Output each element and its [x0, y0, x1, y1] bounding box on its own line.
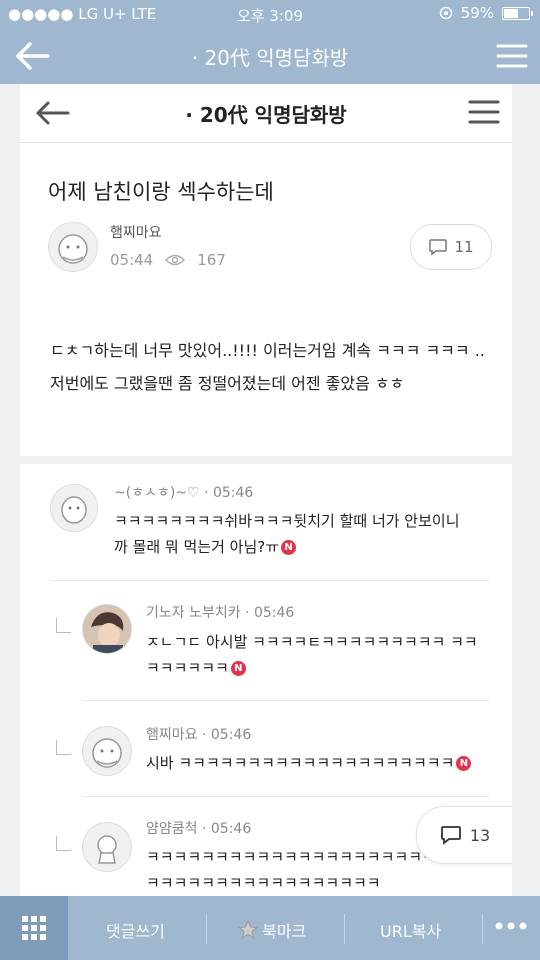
comment-count: 11: [454, 238, 474, 256]
grid-menu-icon: [22, 916, 46, 940]
more-dots-icon: [495, 922, 527, 930]
hamster-avatar-icon: [92, 738, 122, 768]
bottom-toolbar: 댓글쓰기 북마크 URL복사: [0, 896, 540, 960]
comment-author-line: 햄찌마요 · 05:46: [146, 727, 252, 743]
comment-text: 시바 ㅋㅋㅋㅋㅋㅋㅋㅋㅋㅋㅋㅋㅋㅋㅋㅋㅋㅋㅋㅋ N: [146, 750, 491, 776]
status-bar: ●●●●● LG U+ LTE 오후 3:09 59%: [0, 0, 540, 28]
comment-count-button[interactable]: 11: [410, 224, 492, 270]
comment-author: ~(ㅎㅅㅎ)~♡: [114, 485, 200, 501]
battery-icon: [502, 6, 533, 20]
board-title: · 20代 익명담화방: [185, 103, 347, 127]
comment-author: 햄찌마요: [146, 727, 198, 743]
comment-author: 얌얌쿰척: [146, 821, 198, 837]
comment-bubble-icon: [440, 826, 461, 845]
section-divider: [20, 456, 512, 464]
character-avatar-icon: [97, 835, 117, 864]
hamburger-menu-icon[interactable]: [468, 99, 500, 125]
reply-arrow-icon: [56, 836, 71, 851]
eye-icon: [165, 254, 186, 266]
toolbar-divider: [344, 914, 345, 944]
avatar: [82, 726, 132, 776]
star-icon: [238, 920, 258, 940]
post-title: 어제 남친이랑 섹수하는데: [48, 180, 274, 204]
character-avatar-icon: [61, 496, 87, 524]
reply-arrow-icon: [56, 740, 71, 755]
more-button[interactable]: [494, 914, 528, 942]
floating-comment-count-button[interactable]: 13: [416, 806, 512, 864]
floating-comment-count: 13: [469, 825, 491, 845]
comment-divider: [50, 580, 490, 581]
post-body: ㄷㅊㄱ하는데 너무 맛있어..!!!! 이러는거임 계속 ㅋㅋㅋ ㅋㅋㅋ .. …: [50, 341, 485, 393]
comment-time: 05:46: [210, 727, 252, 743]
comment-divider: [82, 700, 490, 701]
toolbar-divider: [206, 914, 207, 944]
new-badge: N: [281, 540, 297, 555]
comment-time: 05:46: [253, 605, 295, 621]
hamburger-menu-icon[interactable]: [496, 42, 528, 70]
bookmark-button[interactable]: 북마크: [238, 918, 306, 942]
new-badge: N: [456, 756, 472, 771]
post-author: 햄찌마요: [110, 225, 162, 241]
rotation-lock-icon: [439, 6, 452, 20]
toolbar-divider: [482, 914, 483, 944]
comment-time: 05:46: [212, 485, 254, 501]
comment-author-line: ~(ㅎㅅㅎ)~♡ · 05:46: [114, 485, 254, 501]
avatar: [48, 222, 98, 272]
comment-bubble-icon: [429, 239, 448, 256]
grid-menu-button[interactable]: [0, 896, 68, 960]
bookmark-label: 북마크: [262, 922, 307, 941]
copy-url-button[interactable]: URL복사: [380, 918, 441, 942]
profile-photo-icon: [83, 605, 131, 653]
board-header: · 20代 익명담화방: [20, 84, 512, 143]
view-count: 167: [197, 251, 226, 269]
comment-author-line: 얌얌쿰척 · 05:46: [146, 821, 252, 837]
comment-author: 기노자 노부치카: [146, 605, 241, 621]
reply-arrow-icon: [56, 618, 71, 633]
comment-divider: [82, 796, 490, 797]
comment-time: 05:46: [210, 821, 252, 837]
web-content: · 20代 익명담화방 어제 남친이랑 섹수하는데 햄찌마요 05:44 167…: [20, 84, 512, 896]
app-header: · 20代 익명담화방: [0, 28, 540, 84]
comment-author-line: 기노자 노부치카 · 05:46: [146, 605, 295, 621]
avatar: [82, 604, 132, 654]
post-time: 05:44: [110, 251, 154, 269]
comment-text: ㅋㅋㅋㅋㅋㅋㅋㅋ쉬바ㅋㅋㅋ뒷치기 할때 너가 안보이니까 몰래 뭐 먹는거 아님…: [114, 512, 460, 556]
comment-text: ㅈㄴㄱㄷ 아시발 ㅋㅋㅋㅋㅌㅋㅋㅋㅋㅋㅋㅋㅋㅋ ㅋㅋㅋㅋㅋㅋㅋㅋ N: [146, 633, 478, 677]
avatar: [50, 484, 98, 532]
new-badge: N: [230, 661, 246, 676]
avatar: [82, 822, 132, 872]
battery-percent: 59%: [460, 4, 494, 22]
header-title: · 20代 익명담화방: [191, 46, 349, 70]
hamster-avatar-icon: [58, 234, 88, 264]
write-comment-button[interactable]: 댓글쓰기: [106, 918, 165, 942]
